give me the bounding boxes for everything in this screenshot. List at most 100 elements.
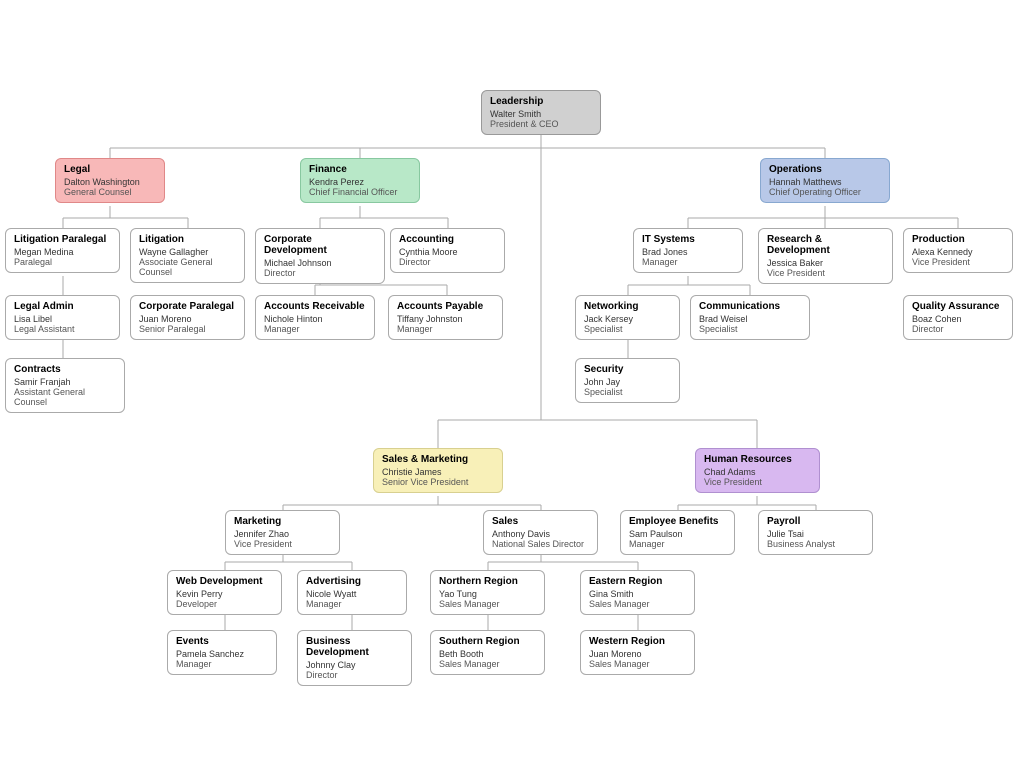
node-role: Specialist <box>584 387 671 397</box>
node-title: Corporate Development <box>264 234 376 256</box>
node-legal-admin: Legal Admin Lisa Libel Legal Assistant <box>5 295 120 340</box>
node-person-name: Brad Weisel <box>699 314 801 324</box>
node-role: Vice President <box>912 257 1004 267</box>
node-sales: Sales Anthony Davis National Sales Direc… <box>483 510 598 555</box>
node-role: Manager <box>264 324 366 334</box>
node-accts-receivable: Accounts Receivable Nichole Hinton Manag… <box>255 295 375 340</box>
node-title: Business Development <box>306 636 403 658</box>
node-person-name: Walter Smith <box>490 109 592 119</box>
node-role: Director <box>306 670 403 680</box>
node-title: Security <box>584 364 671 375</box>
node-production: Production Alexa Kennedy Vice President <box>903 228 1013 273</box>
node-western-region: Western Region Juan Moreno Sales Manager <box>580 630 695 675</box>
node-person-name: Nichole Hinton <box>264 314 366 324</box>
node-person-name: Johnny Clay <box>306 660 403 670</box>
node-title: Leadership <box>490 96 592 107</box>
node-title: Sales <box>492 516 589 527</box>
node-marketing: Marketing Jennifer Zhao Vice President <box>225 510 340 555</box>
node-person-name: Pamela Sanchez <box>176 649 268 659</box>
node-person-name: Boaz Cohen <box>912 314 1004 324</box>
node-person-name: Dalton Washington <box>64 177 156 187</box>
node-role: Vice President <box>234 539 331 549</box>
node-contracts: Contracts Samir Franjah Assistant Genera… <box>5 358 125 413</box>
node-payroll: Payroll Julie Tsai Business Analyst <box>758 510 873 555</box>
node-southern-region: Southern Region Beth Booth Sales Manager <box>430 630 545 675</box>
node-corp-paralegal: Corporate Paralegal Juan Moreno Senior P… <box>130 295 245 340</box>
node-title: Eastern Region <box>589 576 686 587</box>
node-person-name: John Jay <box>584 377 671 387</box>
node-person-name: Juan Moreno <box>589 649 686 659</box>
node-person-name: Lisa Libel <box>14 314 111 324</box>
node-role: Legal Assistant <box>14 324 111 334</box>
node-title: Research & Development <box>767 234 884 256</box>
node-title: Finance <box>309 164 411 175</box>
node-web-dev: Web Development Kevin Perry Developer <box>167 570 282 615</box>
node-title: Sales & Marketing <box>382 454 494 465</box>
node-role: Manager <box>176 659 268 669</box>
node-events: Events Pamela Sanchez Manager <box>167 630 277 675</box>
node-role: Director <box>399 257 496 267</box>
node-role: Sales Manager <box>439 659 536 669</box>
node-person-name: Julie Tsai <box>767 529 864 539</box>
node-eastern-region: Eastern Region Gina Smith Sales Manager <box>580 570 695 615</box>
node-quality-assurance: Quality Assurance Boaz Cohen Director <box>903 295 1013 340</box>
node-leadership: Leadership Walter Smith President & CEO <box>481 90 601 135</box>
node-title: Advertising <box>306 576 398 587</box>
node-title: Operations <box>769 164 881 175</box>
node-finance: Finance Kendra Perez Chief Financial Off… <box>300 158 420 203</box>
node-role: Vice President <box>767 268 884 278</box>
node-title: Marketing <box>234 516 331 527</box>
node-communications: Communications Brad Weisel Specialist <box>690 295 810 340</box>
node-title: Southern Region <box>439 636 536 647</box>
node-title: Legal <box>64 164 156 175</box>
node-role: Director <box>912 324 1004 334</box>
node-title: Litigation Paralegal <box>14 234 111 245</box>
node-person-name: Hannah Matthews <box>769 177 881 187</box>
node-title: IT Systems <box>642 234 734 245</box>
node-title: Communications <box>699 301 801 312</box>
node-title: Contracts <box>14 364 116 375</box>
node-person-name: Sam Paulson <box>629 529 726 539</box>
node-role: Sales Manager <box>589 599 686 609</box>
node-role: Senior Paralegal <box>139 324 236 334</box>
node-sales-marketing: Sales & Marketing Christie James Senior … <box>373 448 503 493</box>
node-title: Accounting <box>399 234 496 245</box>
node-person-name: Tiffany Johnston <box>397 314 494 324</box>
node-person-name: Jack Kersey <box>584 314 671 324</box>
node-title: Accounts Payable <box>397 301 494 312</box>
node-legal: Legal Dalton Washington General Counsel <box>55 158 165 203</box>
node-title: Legal Admin <box>14 301 111 312</box>
node-title: Northern Region <box>439 576 536 587</box>
node-it-systems: IT Systems Brad Jones Manager <box>633 228 743 273</box>
node-title: Accounts Receivable <box>264 301 366 312</box>
node-person-name: Christie James <box>382 467 494 477</box>
node-title: Employee Benefits <box>629 516 726 527</box>
node-role: Paralegal <box>14 257 111 267</box>
node-role: Director <box>264 268 376 278</box>
node-role: Specialist <box>699 324 801 334</box>
node-litigation-paralegal: Litigation Paralegal Megan Medina Parale… <box>5 228 120 273</box>
node-person-name: Megan Medina <box>14 247 111 257</box>
node-title: Web Development <box>176 576 273 587</box>
node-person-name: Anthony Davis <box>492 529 589 539</box>
node-role: Senior Vice President <box>382 477 494 487</box>
node-title: Corporate Paralegal <box>139 301 236 312</box>
node-advertising: Advertising Nicole Wyatt Manager <box>297 570 407 615</box>
node-title: Western Region <box>589 636 686 647</box>
node-title: Events <box>176 636 268 647</box>
node-role: National Sales Director <box>492 539 589 549</box>
node-person-name: Chad Adams <box>704 467 811 477</box>
node-title: Production <box>912 234 1004 245</box>
node-networking: Networking Jack Kersey Specialist <box>575 295 680 340</box>
node-role: Developer <box>176 599 273 609</box>
node-accts-payable: Accounts Payable Tiffany Johnston Manage… <box>388 295 503 340</box>
node-title: Human Resources <box>704 454 811 465</box>
node-role: Business Analyst <box>767 539 864 549</box>
node-role: Assistant General Counsel <box>14 387 116 407</box>
node-person-name: Yao Tung <box>439 589 536 599</box>
node-title: Litigation <box>139 234 236 245</box>
node-person-name: Michael Johnson <box>264 258 376 268</box>
node-role: Chief Operating Officer <box>769 187 881 197</box>
node-title: Payroll <box>767 516 864 527</box>
node-person-name: Jessica Baker <box>767 258 884 268</box>
